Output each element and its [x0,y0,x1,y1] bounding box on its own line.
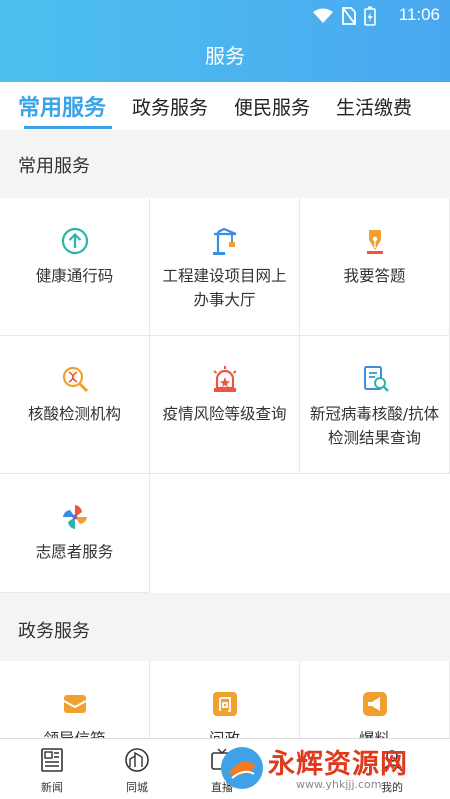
crane-icon [213,227,237,255]
nav-label: 同城 [126,781,148,794]
service-nucleic-test-sites[interactable]: 核酸检测机构 [0,336,150,474]
service-leader-mailbox[interactable]: 领导信箱 [0,661,150,738]
wifi-icon [313,8,333,23]
watermark-url: www.yhkjjj.com [296,778,382,791]
service-risk-level-query[interactable]: 疫情风险等级查询 [150,336,300,474]
report-search-icon [364,366,389,392]
app-header: 11:06 服务 [0,0,450,82]
watermark-overlay: 永辉资源网 www.yhkjjj.com [218,740,450,799]
watermark-text: 永辉资源网 [268,749,408,780]
service-volunteer[interactable]: 志愿者服务 [0,474,150,593]
gov-services-grid: 领导信箱 问政 爆料 [0,661,450,738]
no-sim-icon [342,7,356,25]
nav-label: 新闻 [41,781,63,794]
service-ask-gov[interactable]: 问政 [150,661,300,738]
service-label: 志愿者服务 [35,543,114,561]
service-label: 领导信箱 [6,727,143,738]
status-bar: 11:06 [0,0,450,30]
service-report-tip[interactable]: 爆料 [300,661,450,738]
section-header-common: 常用服务 [0,130,450,196]
section-title-gov: 政务服务 [18,621,90,642]
pinwheel-icon [63,505,87,529]
service-label: 工程建设项目网上办事大厅 [162,267,287,309]
service-label: 疫情风险等级查询 [162,405,287,423]
nav-news[interactable]: 新闻 [22,747,82,795]
dna-search-icon [62,366,89,393]
status-icons [312,6,376,26]
city-icon [125,748,149,772]
tab-common-services[interactable]: 常用服务 [18,90,106,122]
service-label: 新冠病毒核酸/抗体检测结果查询 [309,405,440,447]
pen-nib-icon [367,230,383,254]
megaphone-icon [363,692,387,716]
category-tabs: 常用服务 政务服务 便民服务 生活缴费 [0,82,450,130]
common-services-grid: 健康通行码 工程建设项目网上办事大厅 我要答题 核酸检测机构 疫情风险等级查询 … [0,198,450,593]
service-label: 我要答题 [343,267,406,285]
section-header-gov: 政务服务 [0,595,450,661]
watermark-logo-icon [221,747,263,789]
page-title: 服务 [205,44,245,68]
service-label: 问政 [156,727,293,738]
active-tab-indicator [24,126,112,129]
nav-city[interactable]: 同城 [107,747,167,795]
tab-convenience-services[interactable]: 便民服务 [234,93,310,120]
service-label: 爆料 [306,727,443,738]
service-label: 核酸检测机构 [27,405,121,423]
service-label: 健康通行码 [35,267,114,285]
question-icon [213,692,237,716]
service-health-code[interactable]: 健康通行码 [0,198,150,336]
tab-gov-services[interactable]: 政务服务 [132,93,208,120]
tab-bill-payment[interactable]: 生活缴费 [336,93,412,120]
service-construction-hall[interactable]: 工程建设项目网上办事大厅 [150,198,300,336]
newspaper-icon [41,748,63,772]
section-title-common: 常用服务 [18,156,90,177]
mail-icon [63,695,87,713]
arrow-up-circle-icon [61,227,89,255]
status-time: 11:06 [398,5,440,24]
service-quiz[interactable]: 我要答题 [300,198,450,336]
battery-icon [364,6,376,26]
alarm-light-icon [213,366,237,392]
service-test-result-query[interactable]: 新冠病毒核酸/抗体检测结果查询 [300,336,450,474]
